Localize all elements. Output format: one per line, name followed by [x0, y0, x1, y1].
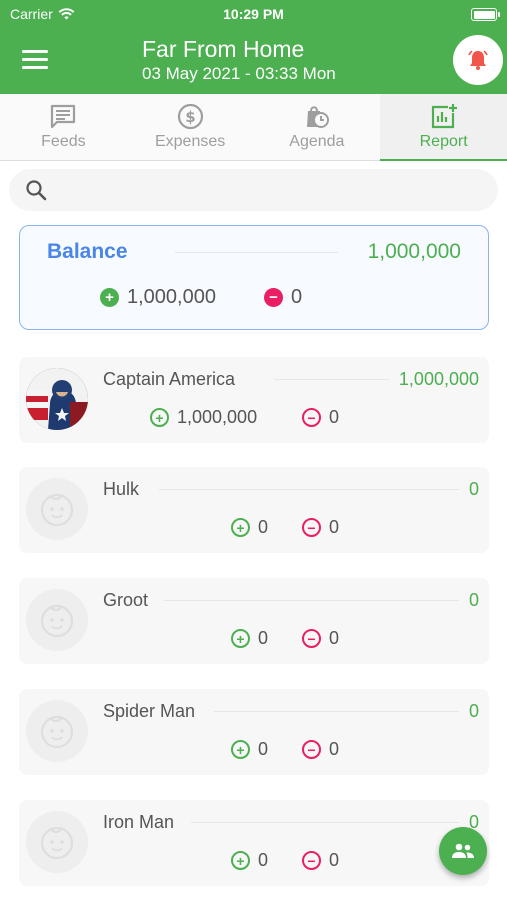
app-bar: Far From Home 03 May 2021 - 03:33 Mon: [0, 30, 507, 94]
divider: [159, 489, 459, 490]
baby-face-icon: [40, 715, 74, 749]
avatar: [26, 700, 88, 762]
member-total: 0: [468, 590, 479, 610]
tab-expenses-label: Expenses: [154, 133, 226, 150]
member-card-spider-man[interactable]: Spider Man 0 + 0 − 0: [19, 689, 489, 775]
avatar: [26, 589, 88, 651]
member-income: + 0: [231, 628, 268, 649]
plus-circle-icon: +: [100, 288, 119, 307]
balance-amount: 1,000,000: [367, 240, 461, 263]
minus-circle-icon: −: [302, 740, 321, 759]
avatar: [26, 811, 88, 873]
avatar: [26, 478, 88, 540]
tab-agenda[interactable]: Agenda: [254, 94, 381, 160]
alarm-button[interactable]: [453, 35, 503, 85]
tab-agenda-label: Agenda: [289, 133, 345, 150]
minus-circle-icon: −: [302, 518, 321, 537]
member-expense-value: 0: [329, 407, 340, 427]
minus-circle-icon: −: [302, 629, 321, 648]
page-title: Far From Home: [142, 36, 305, 62]
divider: [175, 252, 338, 253]
bag-clock-icon: [307, 106, 330, 128]
member-card-groot[interactable]: Groot 0 + 0 − 0: [19, 578, 489, 664]
member-expense: − 0: [302, 850, 339, 871]
member-name: Groot: [103, 590, 149, 610]
tab-feeds[interactable]: Feeds: [0, 94, 127, 160]
divider: [274, 379, 389, 380]
tab-report-label: Report: [419, 133, 468, 150]
members-fab-button[interactable]: [439, 827, 487, 875]
balance-income: + 1,000,000: [100, 286, 216, 309]
baby-face-icon: [40, 604, 74, 638]
member-expense-value: 0: [329, 628, 340, 648]
captain-america-avatar-icon: [26, 368, 88, 430]
member-expense-value: 0: [329, 850, 340, 870]
member-card-iron-man[interactable]: Iron Man 0 + 0 − 0: [19, 800, 489, 886]
member-name: Captain America: [103, 369, 236, 389]
svg-text:$: $: [185, 108, 195, 126]
balance-expense-value: 0: [291, 286, 303, 308]
member-income-value: 0: [258, 628, 269, 648]
tab-expenses[interactable]: $ Expenses: [127, 94, 254, 160]
hamburger-icon: [22, 50, 48, 53]
search-icon: [26, 180, 47, 201]
plus-circle-icon: +: [150, 408, 169, 427]
member-income-value: 0: [258, 739, 269, 759]
status-time: 10:29 PM: [223, 6, 284, 22]
member-card-hulk[interactable]: Hulk 0 + 0 − 0: [19, 467, 489, 553]
member-expense: − 0: [302, 628, 339, 649]
avatar: [26, 368, 88, 430]
search-bar[interactable]: [9, 169, 498, 211]
divider: [191, 822, 459, 823]
group-icon: [452, 843, 474, 858]
member-income: + 1,000,000: [150, 407, 257, 428]
member-expense-value: 0: [329, 517, 340, 537]
dollar-icon: $: [177, 103, 203, 130]
member-expense: − 0: [302, 517, 339, 538]
minus-circle-icon: −: [302, 851, 321, 870]
balance-income-value: 1,000,000: [127, 286, 216, 308]
divider: [164, 600, 459, 601]
member-income-value: 0: [258, 850, 269, 870]
message-icon: [51, 104, 76, 129]
member-name: Hulk: [103, 479, 140, 499]
member-income: + 0: [231, 739, 268, 760]
baby-face-icon: [40, 826, 74, 860]
member-income-value: 0: [258, 517, 269, 537]
divider: [214, 711, 459, 712]
tab-feeds-label: Feeds: [41, 133, 86, 150]
minus-circle-icon: −: [264, 288, 283, 307]
status-bar: Carrier 10:29 PM: [0, 0, 507, 30]
plus-circle-icon: +: [231, 740, 250, 759]
member-expense-value: 0: [329, 739, 340, 759]
member-income-value: 1,000,000: [177, 407, 258, 427]
member-total: 1,000,000: [398, 369, 479, 389]
tab-report[interactable]: Report: [380, 94, 507, 161]
member-name: Iron Man: [103, 812, 175, 832]
plus-circle-icon: +: [231, 851, 250, 870]
balance-label: Balance: [47, 240, 128, 263]
report-icon: [431, 104, 457, 129]
member-income: + 0: [231, 517, 268, 538]
member-expense: − 0: [302, 407, 339, 428]
alarm-bell-icon: [468, 50, 488, 70]
member-total: 0: [468, 479, 479, 499]
battery-icon: [471, 8, 500, 21]
page-subtitle: 03 May 2021 - 03:33 Mon: [142, 64, 336, 83]
member-expense: − 0: [302, 739, 339, 760]
minus-circle-icon: −: [302, 408, 321, 427]
member-total: 0: [468, 701, 479, 721]
member-name: Spider Man: [103, 701, 196, 721]
baby-face-icon: [40, 493, 74, 527]
balance-card: Balance 1,000,000 + 1,000,000 − 0: [19, 225, 489, 330]
search-input[interactable]: [57, 169, 498, 211]
plus-circle-icon: +: [231, 629, 250, 648]
tab-bar: Feeds $ Expenses Agenda Report: [0, 94, 507, 161]
plus-circle-icon: +: [231, 518, 250, 537]
balance-expense: − 0: [264, 286, 302, 309]
member-income: + 0: [231, 850, 268, 871]
menu-button[interactable]: [22, 50, 48, 72]
member-card-captain-america[interactable]: Captain America 1,000,000 + 1,000,000 − …: [19, 357, 489, 443]
